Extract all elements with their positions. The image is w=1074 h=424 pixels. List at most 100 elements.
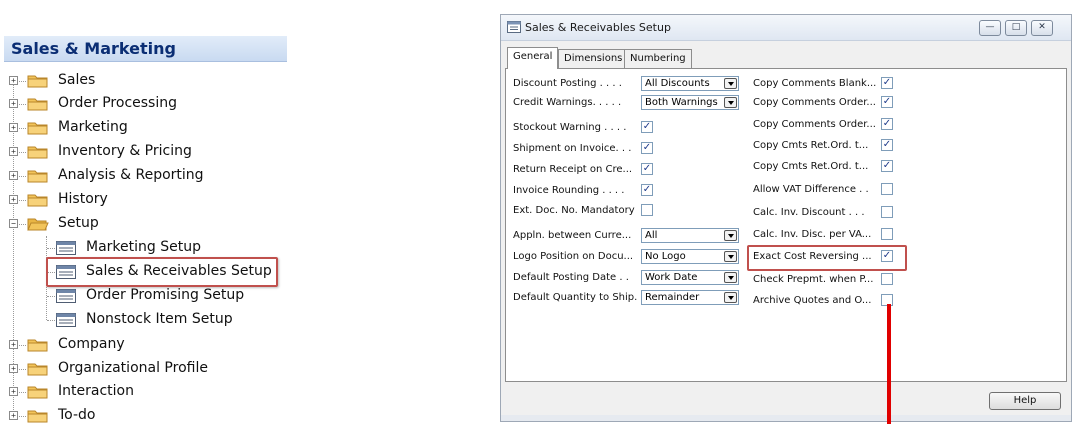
- field-label-calc-inv-disc-per-va: Calc. Inv. Disc. per VA...: [753, 229, 872, 240]
- field-label-check-prepmt-when-p: Check Prepmt. when P...: [753, 274, 874, 285]
- selection-highlight-box: [46, 257, 278, 287]
- dropdown-value: Remainder: [645, 292, 700, 303]
- tree-item-marketing[interactable]: Marketing: [58, 119, 128, 135]
- chevron-down-icon[interactable]: [724, 272, 737, 283]
- checkbox-ext-doc-no-mandatory[interactable]: [641, 204, 653, 216]
- dropdown-value: Both Warnings: [645, 97, 718, 108]
- checkbox-return-receipt-on-cre[interactable]: ✓: [641, 163, 653, 175]
- status-strip: [501, 415, 1071, 421]
- expand-toggle-icon[interactable]: +: [9, 76, 18, 85]
- expand-toggle-icon[interactable]: +: [9, 411, 18, 420]
- chevron-down-icon[interactable]: [724, 251, 737, 262]
- dropdown-credit-warnings[interactable]: Both Warnings: [641, 95, 739, 110]
- expand-toggle-icon[interactable]: +: [9, 147, 18, 156]
- dropdown-value: Work Date: [645, 272, 698, 283]
- maximize-button[interactable]: □: [1005, 20, 1027, 36]
- folder-icon: [27, 98, 48, 111]
- field-label-default-quantity-to-ship: Default Quantity to Ship.: [513, 292, 638, 303]
- expand-toggle-icon[interactable]: +: [9, 195, 18, 204]
- open-folder-icon: [27, 218, 49, 231]
- field-label-ext-doc-no-mandatory: Ext. Doc. No. Mandatory: [513, 205, 635, 216]
- field-label-credit-warnings: Credit Warnings. . . . .: [513, 97, 622, 108]
- field-label-copy-comments-order: Copy Comments Order...: [753, 97, 876, 108]
- chevron-down-icon[interactable]: [724, 292, 737, 303]
- checkbox-copy-comments-order[interactable]: ✓: [881, 118, 893, 130]
- folder-icon: [27, 410, 48, 423]
- tab-numbering[interactable]: Numbering: [624, 49, 692, 68]
- folder-icon: [27, 170, 48, 183]
- folder-icon: [27, 363, 48, 376]
- tree-item-inventory-pricing[interactable]: Inventory & Pricing: [58, 143, 192, 159]
- dropdown-default-posting-date[interactable]: Work Date: [641, 270, 739, 285]
- field-label-copy-cmts-ret-ord-t: Copy Cmts Ret.Ord. t...: [753, 140, 869, 151]
- dropdown-appln-between-curre[interactable]: All: [641, 228, 739, 243]
- checkbox-allow-vat-difference[interactable]: [881, 183, 893, 195]
- tree-item-order-promising-setup[interactable]: Order Promising Setup: [86, 287, 244, 303]
- checkbox-invoice-rounding[interactable]: ✓: [641, 184, 653, 196]
- checkbox-check-prepmt-when-p[interactable]: [881, 273, 893, 285]
- tab-dimensions[interactable]: Dimensions: [558, 49, 629, 68]
- checkbox-copy-cmts-ret-ord-t[interactable]: ✓: [881, 160, 893, 172]
- checkbox-copy-cmts-ret-ord-t[interactable]: ✓: [881, 139, 893, 151]
- tree-item-setup[interactable]: Setup: [58, 215, 99, 231]
- field-label-shipment-on-invoice: Shipment on Invoice. . .: [513, 143, 632, 154]
- dropdown-value: All: [645, 230, 658, 241]
- checkbox-copy-comments-order[interactable]: ✓: [881, 96, 893, 108]
- dropdown-value: All Discounts: [645, 78, 710, 89]
- help-button[interactable]: Help: [989, 392, 1061, 410]
- tree-item-sales[interactable]: Sales: [58, 72, 95, 88]
- setup-page-icon: [56, 241, 76, 255]
- tree-item-order-processing[interactable]: Order Processing: [58, 95, 177, 111]
- exact-cost-reversing-highlight-box: [747, 245, 907, 271]
- checkbox-shipment-on-invoice[interactable]: ✓: [641, 142, 653, 154]
- dropdown-default-quantity-to-ship[interactable]: Remainder: [641, 290, 739, 305]
- tree-item-history[interactable]: History: [58, 191, 108, 207]
- tree-item-analysis-reporting[interactable]: Analysis & Reporting: [58, 167, 204, 183]
- tree-item-nonstock-item-setup[interactable]: Nonstock Item Setup: [86, 311, 233, 327]
- field-label-return-receipt-on-cre: Return Receipt on Cre...: [513, 164, 633, 175]
- red-arrow-indicator: [887, 304, 891, 424]
- checkbox-copy-comments-blank[interactable]: ✓: [881, 77, 893, 89]
- folder-icon: [27, 194, 48, 207]
- navigation-pane: Sales & Marketing + Sales + Order Processin…: [0, 0, 290, 424]
- tree-connector: [47, 320, 55, 321]
- dropdown-logo-position-on-docu[interactable]: No Logo: [641, 249, 739, 264]
- tree-item-company[interactable]: Company: [58, 336, 125, 352]
- expand-toggle-icon[interactable]: +: [9, 387, 18, 396]
- folder-icon: [27, 339, 48, 352]
- field-label-allow-vat-difference: Allow VAT Difference . .: [753, 184, 869, 195]
- tree-connector: [47, 248, 55, 249]
- minimize-button[interactable]: —: [979, 20, 1001, 36]
- expand-toggle-icon[interactable]: +: [9, 99, 18, 108]
- field-label-appln-between-curre: Appln. between Curre...: [513, 230, 632, 241]
- chevron-down-icon[interactable]: [724, 97, 737, 108]
- folder-icon: [27, 146, 48, 159]
- title-bar[interactable]: Sales & Receivables Setup — □ ✕: [501, 15, 1071, 41]
- dropdown-value: No Logo: [645, 251, 686, 262]
- tree-item-organizational-profile[interactable]: Organizational Profile: [58, 360, 208, 376]
- field-label-copy-cmts-ret-ord-t: Copy Cmts Ret.Ord. t...: [753, 161, 869, 172]
- tree-item-interaction[interactable]: Interaction: [58, 383, 134, 399]
- checkbox-stockout-warning[interactable]: ✓: [641, 121, 653, 133]
- tab-general[interactable]: General: [507, 47, 559, 69]
- folder-icon: [27, 386, 48, 399]
- field-label-copy-comments-blank: Copy Comments Blank...: [753, 78, 877, 89]
- expand-toggle-icon[interactable]: +: [9, 364, 18, 373]
- field-label-copy-comments-order: Copy Comments Order...: [753, 119, 876, 130]
- checkbox-calc-inv-discount[interactable]: [881, 206, 893, 218]
- close-button[interactable]: ✕: [1031, 20, 1053, 36]
- field-label-logo-position-on-docu: Logo Position on Docu...: [513, 251, 634, 262]
- dropdown-discount-posting[interactable]: All Discounts: [641, 76, 739, 91]
- expand-toggle-icon[interactable]: +: [9, 340, 18, 349]
- checkbox-calc-inv-disc-per-va[interactable]: [881, 228, 893, 240]
- tree-item-to-do[interactable]: To-do: [58, 407, 96, 423]
- field-label-default-posting-date: Default Posting Date . .: [513, 272, 629, 283]
- collapse-toggle-icon[interactable]: −: [9, 219, 18, 228]
- expand-toggle-icon[interactable]: +: [9, 171, 18, 180]
- expand-toggle-icon[interactable]: +: [9, 123, 18, 132]
- general-tab-panel: [505, 68, 1067, 382]
- chevron-down-icon[interactable]: [724, 230, 737, 241]
- chevron-down-icon[interactable]: [724, 78, 737, 89]
- field-label-stockout-warning: Stockout Warning . . . .: [513, 122, 627, 133]
- tree-item-marketing-setup[interactable]: Marketing Setup: [86, 239, 201, 255]
